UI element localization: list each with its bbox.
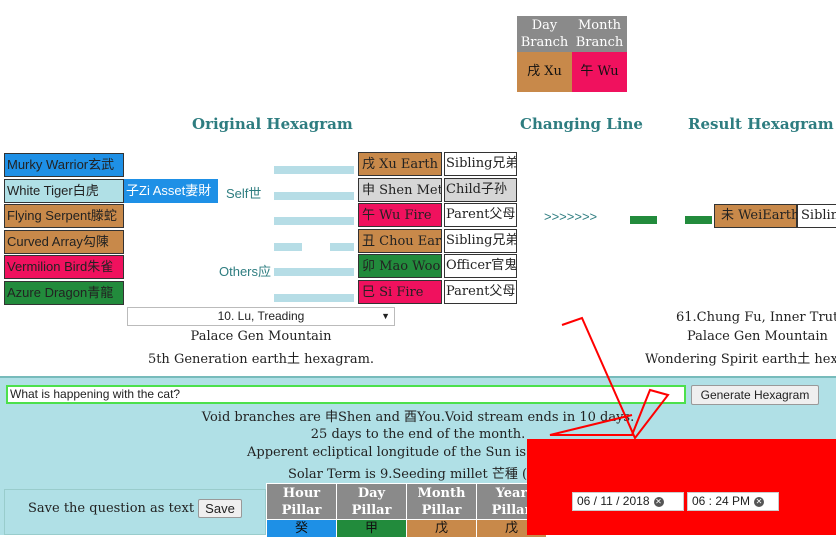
red-arrow-annotation [549, 316, 670, 440]
day-branch-value: 戌 Xu [517, 52, 572, 92]
six-spirits-column: Murky Warrior玄武 White Tiger白虎 Flying Ser… [4, 153, 124, 307]
spirit-cell: Vermilion Bird朱雀 [4, 255, 124, 280]
clear-icon[interactable]: ✕ [653, 496, 664, 507]
branch-cell: 戌 Xu Earth [358, 152, 442, 176]
result-branch-cell: 未 WeiEarth [714, 204, 799, 228]
spirit-cell: Murky Warrior玄武 [4, 153, 124, 177]
hexagram-select[interactable]: 10. Lu, Treading ▼ [127, 307, 395, 326]
branch-cell: 丑 Chou Earth [358, 228, 442, 253]
original-palace: Palace Gen Mountain [190, 329, 332, 344]
generate-hexagram-button[interactable]: Generate Hexagram [691, 385, 819, 405]
hexagram-select-value: 10. Lu, Treading [217, 309, 305, 323]
others-label: Others应 [219, 264, 272, 279]
day-branch-header: Day Branch [517, 16, 572, 52]
changing-line-heading: Changing Line [520, 115, 643, 133]
branch-cell: 申 Shen Metal [358, 177, 442, 202]
relation-cell: Parent父母 [444, 203, 517, 227]
spirit-cell: Flying Serpent滕蛇 [4, 204, 124, 229]
yang-line [274, 191, 354, 200]
pillar-header: Day Pillar [336, 483, 407, 520]
result-palace: Palace Gen Mountain [687, 329, 828, 344]
branch-table: Day Branch Month Branch 戌 Xu 午 Wu [517, 16, 627, 92]
red-arrow-path [549, 316, 670, 440]
relation-cell: Sibling兄弟 [444, 228, 517, 253]
pillar-header: Hour Pillar [266, 483, 337, 520]
save-button[interactable]: Save [198, 499, 242, 518]
save-text: Save the question as text file. [28, 501, 223, 516]
relation-column: Sibling兄弟 Child子孙 Parent父母 Sibling兄弟 Off… [444, 152, 519, 308]
yang-line [274, 268, 354, 276]
void-info: Void branches are 申Shen and 酉You.Void st… [201, 410, 635, 425]
result-line-bar [685, 216, 712, 224]
relation-cell: Sibling兄弟 [444, 152, 517, 176]
month-branch-header: Month Branch [572, 16, 627, 52]
yin-line-segment [330, 242, 354, 251]
yin-line-segment [274, 242, 302, 251]
pillar-header: Month Pillar [406, 483, 477, 520]
original-generation: 5th Generation earth土 hexagram. [147, 352, 375, 367]
date-input[interactable]: 06 / 11 / 2018 ✕ [572, 492, 684, 511]
month-branch-value: 午 Wu [572, 52, 627, 92]
solar-term-info: Solar Term is 9.Seeding millet 芒種 (芒和 [288, 467, 554, 482]
spirit-cell: White Tiger白虎 [4, 178, 124, 203]
clear-icon[interactable]: ✕ [754, 496, 765, 507]
relation-cell: Parent父母 [444, 279, 517, 304]
branch-cell: 午 Wu Fire [358, 203, 442, 227]
red-redaction-block [527, 439, 836, 535]
spirit-cell: Azure Dragon青龍 [4, 280, 124, 305]
changing-line-bar [630, 216, 657, 224]
result-name: 61.Chung Fu, Inner Truth [676, 310, 836, 325]
yang-line [274, 166, 354, 174]
branch-cell: 卯 Mao Wood [358, 254, 442, 278]
time-input[interactable]: 06 : 24 PM ✕ [687, 492, 779, 511]
result-hexagram-heading: Result Hexagram [688, 115, 834, 133]
pillars-table: Hour Pillar Day Pillar Month Pillar Year… [266, 483, 547, 538]
branch-column: 戌 Xu Earth 申 Shen Metal 午 Wu Fire 丑 Chou… [358, 152, 444, 308]
yang-line [274, 217, 354, 225]
original-hexagram-heading: Original Hexagram [192, 115, 353, 133]
branch-cell: 巳 Si Fire [358, 279, 442, 304]
relation-cell: Officer官鬼 [444, 254, 517, 278]
spirit-cell: Curved Array勾陳 [4, 229, 124, 254]
chevron-down-icon: ▼ [381, 311, 390, 321]
result-relation-cell: Siblin [797, 204, 836, 228]
self-label: Self世 [226, 186, 262, 201]
hidden-spirit-badge: 子Zi Asset妻財 [124, 179, 218, 203]
yang-line [274, 293, 354, 302]
changing-arrows: >>>>>>> [544, 209, 598, 224]
relation-cell: Child子孙 [444, 177, 517, 202]
sun-longitude-info: Apperent ecliptical longitude of the Sun… [247, 445, 568, 460]
